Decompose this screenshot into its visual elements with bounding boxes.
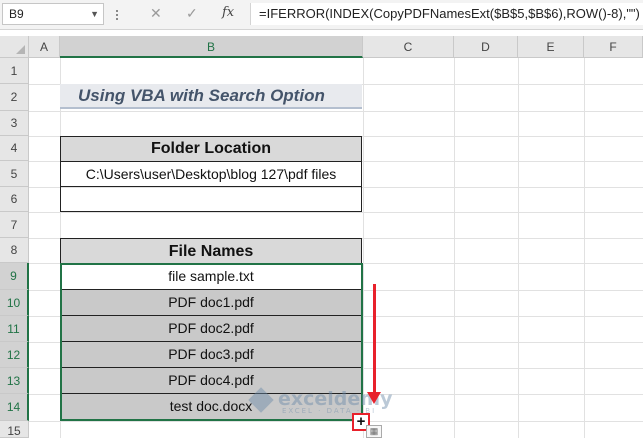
name-box[interactable]: B9 ▼ bbox=[2, 3, 104, 25]
row-header-8[interactable]: 8 bbox=[0, 238, 29, 263]
row-header-2[interactable]: 2 bbox=[0, 84, 29, 111]
gridline bbox=[584, 58, 585, 438]
file-cell[interactable]: file sample.txt bbox=[60, 264, 362, 290]
enter-icon[interactable]: ✓ bbox=[186, 5, 198, 22]
file-cell[interactable]: PDF doc1.pdf bbox=[60, 290, 362, 316]
autofill-options-icon[interactable]: ▦ bbox=[366, 425, 382, 438]
drag-handle-icon[interactable] bbox=[116, 8, 120, 22]
column-header-f[interactable]: F bbox=[584, 36, 643, 58]
logo-icon bbox=[248, 386, 274, 413]
row-header-5[interactable]: 5 bbox=[0, 161, 29, 187]
row-header-4[interactable]: 4 bbox=[0, 136, 29, 161]
row-header-3[interactable]: 3 bbox=[0, 111, 29, 136]
column-header-d[interactable]: D bbox=[454, 36, 518, 58]
folder-empty-cell[interactable] bbox=[61, 187, 361, 211]
arrow-down-icon bbox=[367, 392, 381, 404]
row-header-7[interactable]: 7 bbox=[0, 212, 29, 238]
row-header-10[interactable]: 10 bbox=[0, 290, 29, 316]
column-header-e[interactable]: E bbox=[518, 36, 584, 58]
sheet-title[interactable]: Using VBA with Search Option bbox=[60, 84, 362, 109]
column-header-b[interactable]: B bbox=[60, 36, 363, 58]
row-header-1[interactable]: 1 bbox=[0, 58, 29, 84]
cancel-icon[interactable]: ✕ bbox=[150, 5, 162, 22]
row-header-13[interactable]: 13 bbox=[0, 368, 29, 394]
row-header-14[interactable]: 14 bbox=[0, 394, 29, 421]
folder-header[interactable]: Folder Location bbox=[61, 137, 361, 162]
annotation-arrow bbox=[373, 284, 376, 394]
gridline bbox=[29, 421, 643, 422]
gridline bbox=[363, 58, 364, 438]
insert-function-icon[interactable]: fx bbox=[222, 5, 234, 20]
file-cell[interactable]: PDF doc3.pdf bbox=[60, 342, 362, 368]
formula-bar: B9 ▼ ✕ ✓ fx =IFERROR(INDEX(CopyPDFNamesE… bbox=[0, 0, 643, 30]
row-header-12[interactable]: 12 bbox=[0, 342, 29, 368]
row-header-9[interactable]: 9 bbox=[0, 263, 29, 290]
gridline bbox=[29, 111, 643, 112]
row-header-11[interactable]: 11 bbox=[0, 316, 29, 342]
select-all-button[interactable] bbox=[0, 36, 29, 58]
folder-path-cell[interactable]: C:\Users\user\Desktop\blog 127\pdf files bbox=[61, 162, 361, 187]
file-names-header[interactable]: File Names bbox=[60, 238, 362, 264]
gridline bbox=[454, 58, 455, 438]
chevron-down-icon[interactable]: ▼ bbox=[90, 4, 99, 24]
row-header-6[interactable]: 6 bbox=[0, 187, 29, 212]
gridline bbox=[518, 58, 519, 438]
row-header-15[interactable]: 15 bbox=[0, 421, 29, 438]
file-cell[interactable]: PDF doc2.pdf bbox=[60, 316, 362, 342]
column-header-c[interactable]: C bbox=[363, 36, 454, 58]
folder-table: Folder Location C:\Users\user\Desktop\bl… bbox=[60, 136, 362, 212]
gridline bbox=[29, 212, 643, 213]
column-header-a[interactable]: A bbox=[29, 36, 60, 58]
name-box-value: B9 bbox=[9, 7, 24, 21]
formula-input[interactable]: =IFERROR(INDEX(CopyPDFNamesExt($B$5,$B$6… bbox=[250, 3, 643, 25]
